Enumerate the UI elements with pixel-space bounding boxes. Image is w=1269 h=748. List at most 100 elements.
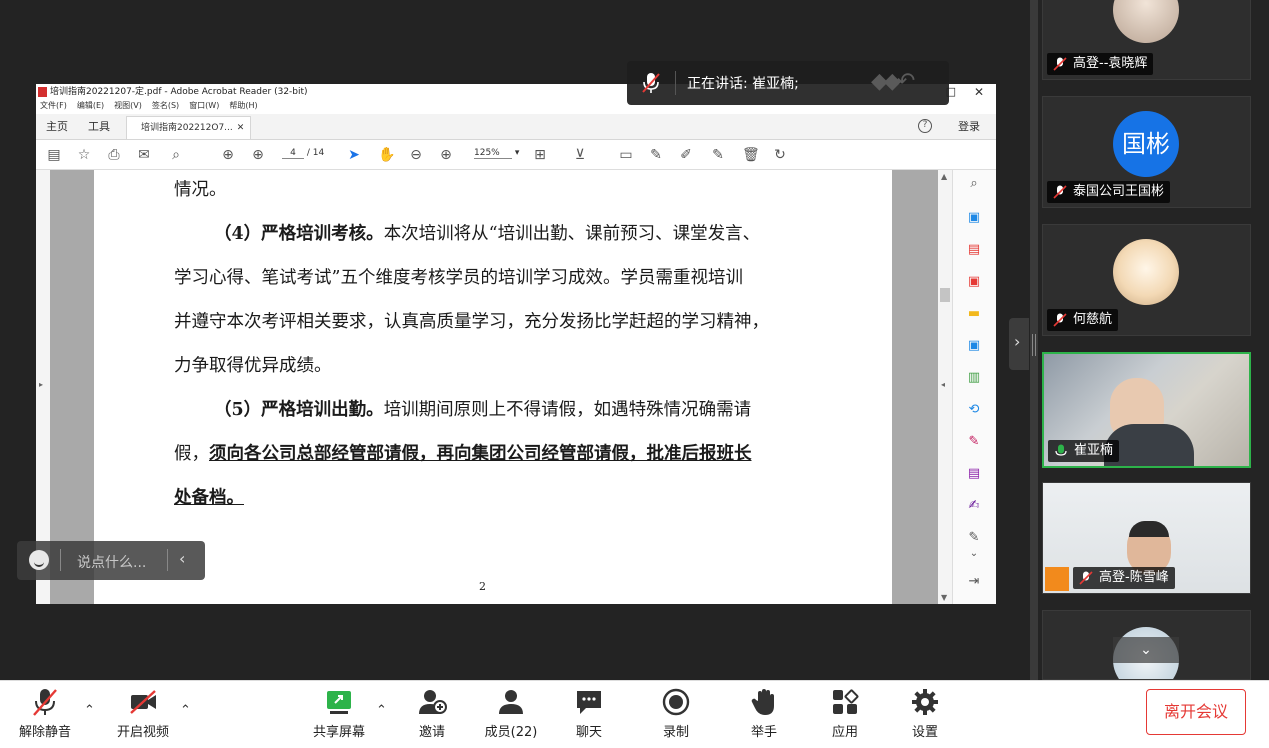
- prev-page-icon[interactable]: ⊕: [220, 147, 236, 163]
- participant-name-tag: 崔亚楠: [1048, 440, 1120, 462]
- scroll-mode-icon[interactable]: ⊻: [572, 147, 588, 163]
- emoji-icon[interactable]: [29, 550, 49, 570]
- collapse-right-icon[interactable]: ⇥: [966, 574, 982, 590]
- left-panel-toggle[interactable]: ▸: [36, 170, 50, 604]
- scroll-up-icon[interactable]: ▲: [941, 172, 947, 181]
- select-cursor-icon[interactable]: ➤: [346, 147, 362, 163]
- collapse-panel-icon[interactable]: ◂: [941, 380, 945, 389]
- zoom-in-icon[interactable]: ⊕: [438, 147, 454, 163]
- combine-files-icon[interactable]: ▣: [966, 338, 982, 354]
- tab-close-icon[interactable]: ✕: [237, 123, 245, 133]
- page-fit-icon[interactable]: ⊞: [532, 147, 548, 163]
- participant-tile[interactable]: 何慈航: [1042, 224, 1251, 336]
- compress-pdf-icon[interactable]: ▥: [966, 370, 982, 386]
- help-icon[interactable]: ?: [918, 119, 932, 133]
- menu-edit[interactable]: 编辑(E): [77, 100, 104, 114]
- apps-button[interactable]: 应用: [822, 687, 868, 747]
- delete-icon[interactable]: 🗑: [742, 147, 760, 163]
- zoom-out-icon[interactable]: ⊖: [408, 147, 424, 163]
- sign-icon[interactable]: ✍: [966, 498, 982, 514]
- email-icon[interactable]: ✉: [136, 147, 152, 163]
- zoom-value[interactable]: 125%: [474, 148, 512, 159]
- resize-grip-icon[interactable]: [1032, 334, 1036, 356]
- rotate-icon[interactable]: ↻: [772, 147, 788, 163]
- speaking-text: 正在讲话: 崔亚楠;: [687, 76, 799, 92]
- doc-line: 学习心得、笔试考试”五个维度考核学员的培训学习成效。学员需重视培训: [174, 268, 743, 288]
- collapse-gallery-button[interactable]: ›: [1009, 318, 1029, 370]
- bookmark-star-icon[interactable]: ☆: [76, 147, 92, 163]
- organize-pages-icon[interactable]: ▤: [966, 242, 982, 258]
- invite-label: 邀请: [418, 725, 445, 740]
- scroll-down-icon[interactable]: ▼: [941, 593, 947, 602]
- speaking-indicator: 正在讲话: 崔亚楠; ◆◆↶: [627, 61, 949, 105]
- menu-sign[interactable]: 签名(S): [152, 100, 179, 114]
- expand-left-icon[interactable]: ▸: [39, 380, 43, 389]
- participant-avatar: [1113, 239, 1179, 305]
- zoom-tool-icon[interactable]: ⌕: [966, 176, 982, 192]
- login-link[interactable]: 登录: [958, 114, 980, 140]
- add-user-icon: [419, 690, 447, 714]
- participant-name: 泰国公司王国彬: [1073, 184, 1165, 199]
- settings-button[interactable]: 设置: [902, 687, 948, 747]
- raise-hand-button[interactable]: 举手: [741, 687, 787, 747]
- participant-tile[interactable]: 国彬 泰国公司王国彬: [1042, 96, 1251, 208]
- export-pdf-icon[interactable]: ▣: [966, 210, 982, 226]
- chevron-down-icon[interactable]: ⌄: [966, 546, 982, 562]
- members-button[interactable]: 成员(22): [480, 687, 542, 747]
- audio-options-chevron-icon[interactable]: ⌃: [84, 703, 95, 718]
- mic-muted-icon: [642, 73, 660, 93]
- stamp-icon[interactable]: ✎: [710, 147, 726, 163]
- menu-help[interactable]: 帮助(H): [229, 100, 257, 114]
- invite-button[interactable]: 邀请: [408, 687, 456, 747]
- mic-muted-icon: [1053, 313, 1067, 327]
- page-indicator[interactable]: 4 / 14: [282, 148, 324, 159]
- create-pdf-icon[interactable]: ▣: [966, 274, 982, 290]
- menu-view[interactable]: 视图(V): [114, 100, 142, 114]
- share-screen-button[interactable]: 共享屏幕: [308, 687, 370, 747]
- menu-window[interactable]: 窗口(W): [189, 100, 219, 114]
- tab-home[interactable]: 主页: [36, 114, 78, 139]
- leave-meeting-button[interactable]: 离开会议: [1146, 689, 1246, 735]
- viewer-margin-left: [50, 170, 94, 604]
- quick-chat-input[interactable]: 说点什么... ‹: [17, 541, 205, 580]
- tab-tools[interactable]: 工具: [78, 114, 120, 139]
- start-video-button[interactable]: 开启视频: [112, 687, 174, 747]
- highlight-pen-icon[interactable]: ✎: [648, 147, 664, 163]
- participant-avatar: 国彬: [1113, 111, 1179, 177]
- participant-tile-active[interactable]: 崔亚楠: [1042, 352, 1251, 468]
- search-icon[interactable]: ⌕: [168, 147, 184, 163]
- share-controls-icon[interactable]: ◆◆↶: [871, 69, 915, 94]
- hand-tool-icon[interactable]: ✋: [378, 147, 395, 163]
- participant-tile[interactable]: ⌄: [1042, 610, 1251, 680]
- more-tools-icon[interactable]: ✎: [966, 530, 982, 546]
- zoom-select[interactable]: 125% ▾: [474, 148, 519, 159]
- page-number-input[interactable]: 4: [282, 148, 304, 159]
- scroll-down-gallery-icon[interactable]: ⌄: [1113, 637, 1179, 663]
- next-page-icon[interactable]: ⊕: [250, 147, 266, 163]
- window-close-icon[interactable]: ✕: [974, 84, 984, 100]
- participant-tile[interactable]: 高登--袁晓辉: [1042, 0, 1251, 80]
- participant-name: 何慈航: [1073, 312, 1113, 327]
- comment-tool-icon[interactable]: ▬: [966, 306, 982, 322]
- chevron-left-icon[interactable]: ‹: [179, 549, 185, 568]
- participant-tile[interactable]: 高登-陈雪峰: [1042, 482, 1251, 594]
- pdf-page: 情况。 （4）严格培训考核。本次培训将从“培训出勤、课前预习、课堂发言、 学习心…: [94, 170, 892, 604]
- chat-button[interactable]: 聊天: [566, 687, 612, 747]
- convert-icon[interactable]: ⟲: [966, 402, 982, 418]
- user-icon: [1045, 567, 1069, 591]
- scrollbar-thumb[interactable]: [940, 288, 950, 302]
- edit-pdf-icon[interactable]: ▤: [966, 466, 982, 482]
- print-icon[interactable]: ⎙: [106, 147, 122, 163]
- menu-file[interactable]: 文件(F): [40, 100, 67, 114]
- comment-icon[interactable]: ▭: [618, 147, 634, 163]
- unmute-button[interactable]: 解除静音: [14, 687, 76, 747]
- members-icon: [499, 690, 523, 714]
- save-icon[interactable]: ▤: [46, 147, 62, 163]
- share-options-chevron-icon[interactable]: ⌃: [376, 703, 387, 718]
- video-options-chevron-icon[interactable]: ⌃: [180, 703, 191, 718]
- fill-sign-icon[interactable]: ✎: [966, 434, 982, 450]
- draw-icon[interactable]: ✐: [678, 147, 694, 163]
- record-button[interactable]: 录制: [653, 687, 699, 747]
- chat-placeholder[interactable]: 说点什么...: [77, 552, 146, 572]
- tab-document[interactable]: 培训指南202212O7... ✕: [126, 116, 252, 139]
